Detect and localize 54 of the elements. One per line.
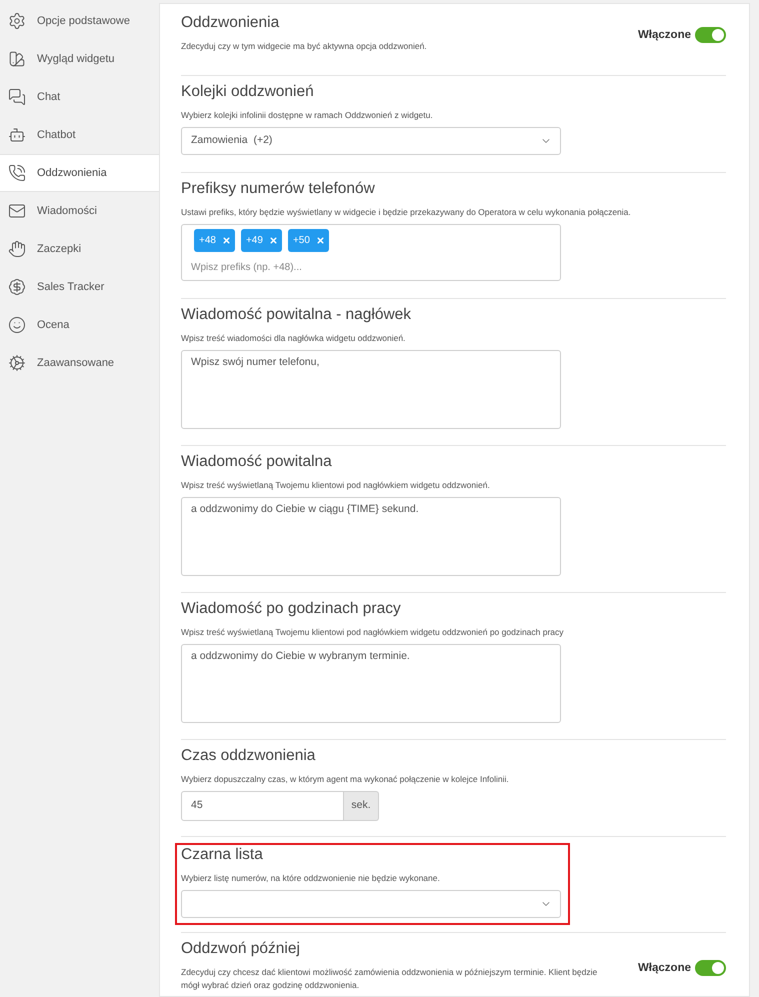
section-title: Oddzwonienia [181,13,280,33]
close-icon[interactable] [268,236,278,245]
toggle-label: Włączone [638,960,691,976]
section-title: Czarna lista [181,845,264,865]
sidebar-item[interactable]: Sales Tracker [0,268,159,306]
smiley-icon [8,316,26,334]
time-input[interactable]: 45 [181,791,344,821]
robot-icon [8,126,26,144]
section-title: Czas oddzwonienia [181,746,316,766]
section-description: Wybierz dopuszczalny czas, w którym agent ma wykonać połączenie w kolejce Infolinii. [181,773,510,785]
envelope-icon [8,202,26,220]
dropdown-select[interactable] [181,890,561,918]
cog-icon [8,354,26,372]
section-title: Prefiksy numerów telefonów [181,179,376,199]
section-title: Wiadomość powitalna [181,452,333,472]
sidebar-item[interactable]: Wygląd widgetu [0,40,159,78]
sidebar-item[interactable]: Oddzwonienia [0,154,159,192]
toggle-switch[interactable] [695,27,726,43]
section-description: Zdecyduj czy w tym widgecie ma być aktywna opcja oddzwonień. [181,40,427,53]
toggle-switch[interactable] [695,960,726,976]
chat-bubbles-icon [8,88,26,106]
sidebar-item[interactable]: Ocena [0,306,159,344]
sidebar-item[interactable]: Zaawansowane [0,344,159,382]
sidebar-item[interactable]: Chat [0,78,159,116]
settings-icon [8,12,26,30]
hand-icon [8,240,26,258]
sidebar-item[interactable]: Wiadomości [0,192,159,230]
dollar-badge-icon [8,278,26,296]
section-description: Wybierz listę numerów, na które oddzwonienie nie będzie wykonane. [181,872,441,884]
section-description: Zdecyduj czy chcesz dać klientowi możliwość zamówienia oddzwonienia w późniejszym terminie. Klient będzie mógł wybrać dzień oraz godzinę oddzwonienia. [181,966,598,992]
message-textarea[interactable]: a oddzwonimy do Ciebie w wybranym terminie. [181,644,561,723]
section-description: Wybierz kolejki infolinii dostępne w ramach Oddzwonień z widgetu. [181,109,434,121]
sidebar-item[interactable]: Chatbot [0,116,159,154]
section-description: Wpisz treść wiadomości dla nagłówka widgetu oddzwonień. [181,332,406,344]
phone-call-icon [8,164,26,182]
dropdown-select[interactable]: Zamowienia (+2) [181,127,561,155]
section-description: Ustawi prefiks, który będzie wyświetlany w widgecie i będzie przekazywany do Operatora w celu wykonania połączenia. [181,206,632,218]
tag-input-field[interactable]: +48 +49 +50 Wpisz prefiks (np. +48)... [181,224,561,281]
close-icon[interactable] [316,236,325,245]
section-description: Wpisz treść wyświetlaną Twojemu klientowi pod nagłówkiem widgetu oddzwonień po godzinach pracy [181,626,565,638]
section-title: Wiadomość powitalna - nagłówek [181,305,412,325]
swatch-book-icon [8,50,26,68]
section-description: Wpisz treść wyświetlaną Twojemu klientowi pod nagłówkiem widgetu oddzwonień. [181,479,491,491]
input-placeholder: Wpisz prefiks (np. +48)... [191,261,302,275]
section-title: Wiadomość po godzinach pracy [181,599,402,619]
message-textarea[interactable]: Wpisz swój numer telefonu, [181,350,561,429]
message-textarea[interactable]: a oddzwonimy do Ciebie w ciągu {TIME} sekund. [181,497,561,576]
toggle-label: Włączone [638,28,691,43]
unit-addon: sek. [344,791,379,821]
sidebar-item[interactable]: Zaczepki [0,230,159,268]
sidebar-item[interactable]: Opcje podstawowe [0,2,159,40]
section-title: Oddzwoń później [181,939,301,959]
close-icon[interactable] [222,236,231,245]
section-title: Kolejki oddzwonień [181,82,315,102]
